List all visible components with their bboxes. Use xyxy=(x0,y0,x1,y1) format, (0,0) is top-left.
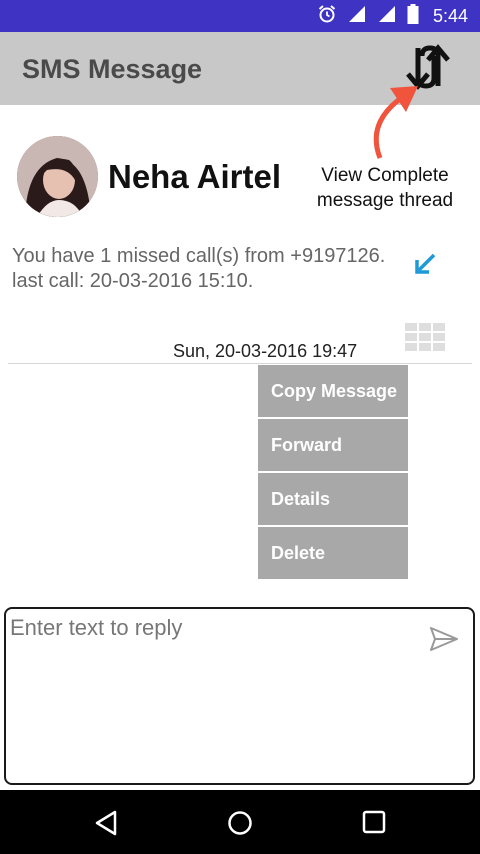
menu-item-details[interactable]: Details xyxy=(258,473,408,525)
wifi-icon xyxy=(347,4,367,29)
signal-icon xyxy=(377,4,397,29)
recents-button[interactable] xyxy=(362,810,386,839)
status-bar: 5:44 xyxy=(0,0,480,32)
context-menu: Copy Message Forward Details Delete xyxy=(258,365,408,581)
status-time: 5:44 xyxy=(432,5,468,26)
message-body: You have 1 missed call(s) from +9197126.… xyxy=(12,245,386,292)
back-button[interactable] xyxy=(94,810,118,841)
divider xyxy=(8,363,472,364)
message-timestamp: Sun, 20-03-2016 19:47 xyxy=(173,341,358,361)
callout-line-1: View Complete xyxy=(321,165,449,186)
menu-item-forward[interactable]: Forward xyxy=(258,419,408,471)
reply-box xyxy=(4,607,475,785)
avatar[interactable] xyxy=(17,136,98,217)
reply-input[interactable] xyxy=(10,615,410,641)
home-icon xyxy=(227,811,253,840)
grid-icon xyxy=(405,323,445,351)
missed-call-icon xyxy=(412,250,440,283)
send-button[interactable] xyxy=(429,625,459,658)
callout-line-2: message thread xyxy=(316,190,454,211)
alarm-icon xyxy=(317,4,337,29)
recents-icon xyxy=(362,810,386,838)
menu-item-delete[interactable]: Delete xyxy=(258,527,408,579)
battery-icon xyxy=(407,3,419,29)
contact-name: Neha Airtel xyxy=(108,158,281,195)
send-icon xyxy=(429,627,459,657)
app-title: SMS Message xyxy=(22,54,203,84)
callout-text: View Complete message thread xyxy=(304,163,466,213)
navigation-bar xyxy=(0,790,480,854)
menu-item-copy-message[interactable]: Copy Message xyxy=(258,365,408,417)
home-button[interactable] xyxy=(227,810,253,841)
callout-arrow-icon xyxy=(360,82,424,167)
back-icon xyxy=(94,810,118,840)
status-icons: 5:44 xyxy=(317,0,468,32)
